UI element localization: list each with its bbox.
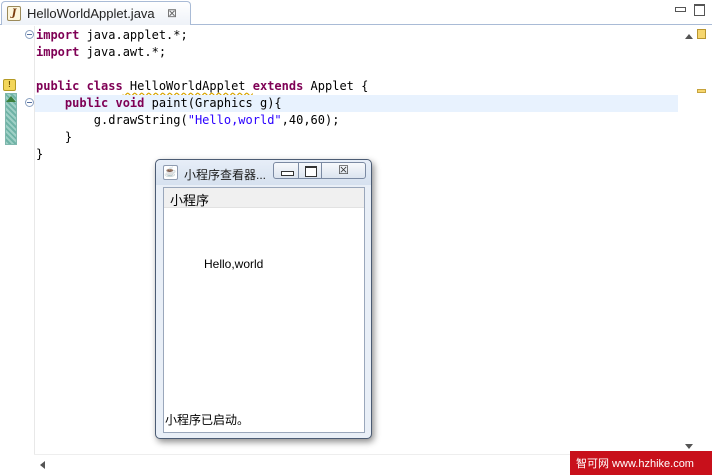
close-button[interactable]: ☒ bbox=[321, 162, 366, 179]
vertical-ruler: ! bbox=[0, 26, 18, 454]
menu-applet[interactable]: 小程序 bbox=[170, 190, 209, 209]
scroll-up-icon[interactable] bbox=[685, 34, 693, 39]
class-name-warning: HelloWorldApplet bbox=[122, 79, 253, 93]
code-text: } bbox=[36, 147, 44, 161]
keyword: import bbox=[36, 45, 80, 59]
code-text: Applet { bbox=[303, 79, 369, 93]
overview-status-icon[interactable] bbox=[697, 29, 706, 39]
code-text: java.awt.*; bbox=[79, 45, 167, 59]
minimize-button[interactable] bbox=[273, 162, 299, 179]
overview-ruler[interactable] bbox=[680, 26, 712, 454]
keyword: extends bbox=[252, 79, 304, 93]
java-file-icon: J bbox=[7, 6, 21, 21]
close-icon: ☒ bbox=[338, 163, 349, 177]
tab-bar-background bbox=[190, 0, 712, 24]
collapse-imports-icon[interactable] bbox=[25, 30, 34, 39]
keyword: import bbox=[36, 28, 80, 42]
applet-window-title: 小程序查看器... bbox=[184, 168, 267, 182]
maximize-button[interactable] bbox=[298, 162, 322, 179]
code-text: java.applet.*; bbox=[79, 28, 188, 42]
watermark-text: 智可网 www.hzhike.com bbox=[576, 458, 694, 470]
maximize-editor-icon[interactable] bbox=[692, 3, 706, 16]
collapse-method-icon[interactable] bbox=[25, 98, 34, 107]
code-text: g.drawString( bbox=[36, 113, 188, 127]
code-text: } bbox=[36, 130, 73, 144]
applet-status-text: 小程序已启动。 bbox=[165, 413, 250, 427]
keyword: public void bbox=[36, 96, 145, 110]
code-line-current: public void paint(Graphics g){ bbox=[35, 95, 678, 112]
code-line: import java.awt.*; bbox=[35, 44, 678, 61]
code-line: } bbox=[35, 129, 678, 146]
applet-menu-bar: 小程序 bbox=[164, 188, 364, 208]
keyword: public class bbox=[36, 79, 123, 93]
code-text: ,40,60); bbox=[281, 113, 340, 127]
string-literal: "Hello,world" bbox=[187, 113, 282, 127]
overview-warning-marker[interactable] bbox=[697, 89, 706, 93]
applet-title-bar[interactable]: ☕ 小程序查看器... ☒ bbox=[156, 160, 371, 185]
applet-viewer-window[interactable]: ☕ 小程序查看器... ☒ 小程序 Hello,world 小程序已启动。 bbox=[155, 159, 372, 439]
scroll-down-icon[interactable] bbox=[685, 444, 693, 449]
site-watermark: 智可网 www.hzhike.com bbox=[570, 451, 712, 475]
warning-icon[interactable]: ! bbox=[3, 79, 16, 91]
minimize-editor-icon[interactable] bbox=[673, 3, 687, 15]
code-line: public class HelloWorldApplet extends Ap… bbox=[35, 78, 678, 95]
close-tab-icon[interactable]: ⊠ bbox=[167, 6, 177, 20]
applet-canvas: Hello,world bbox=[164, 209, 364, 409]
override-arrow-icon[interactable] bbox=[6, 96, 16, 102]
tab-label: HelloWorldApplet.java bbox=[27, 6, 155, 21]
java-cup-icon: ☕ bbox=[163, 165, 178, 180]
tab-helloworldapplet-java[interactable]: J HelloWorldApplet.java ⊠ bbox=[1, 1, 191, 25]
applet-client-area: 小程序 Hello,world 小程序已启动。 bbox=[163, 187, 365, 433]
code-line: import java.applet.*; bbox=[35, 27, 678, 44]
scroll-left-icon[interactable] bbox=[40, 461, 45, 469]
code-area[interactable]: import java.applet.*; import java.awt.*;… bbox=[35, 27, 678, 163]
editor-tab-bar: J HelloWorldApplet.java ⊠ bbox=[0, 0, 712, 25]
drawn-hello-world: Hello,world bbox=[204, 257, 264, 271]
code-line: g.drawString("Hello,world",40,60); bbox=[35, 112, 678, 129]
code-text: paint(Graphics g){ bbox=[144, 96, 282, 110]
